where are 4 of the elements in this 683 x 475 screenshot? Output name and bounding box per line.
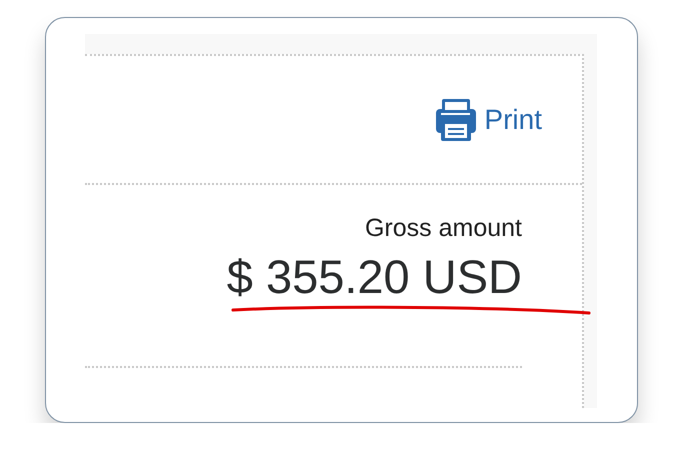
- printer-icon: [436, 98, 476, 140]
- gross-amount-label: Gross amount: [364, 215, 522, 242]
- amount-value: $ 355.20 USD: [226, 250, 522, 302]
- print-link[interactable]: Print: [436, 98, 542, 140]
